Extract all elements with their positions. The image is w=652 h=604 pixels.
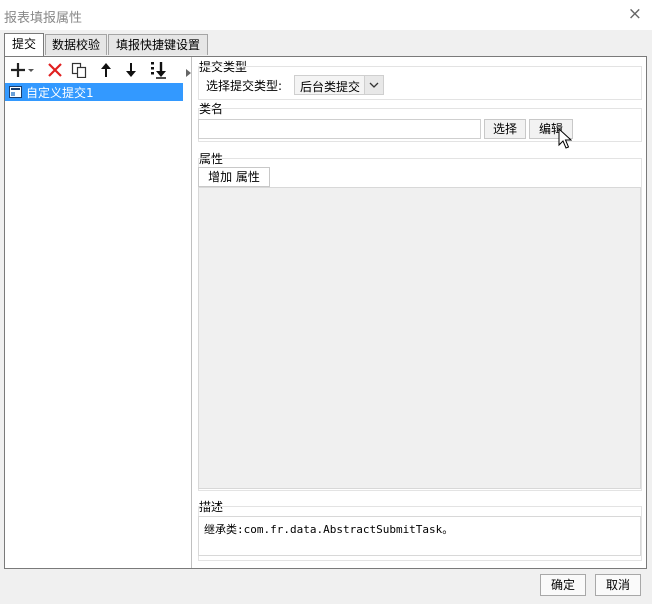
move-up-button[interactable] — [96, 60, 116, 80]
tab-shortcut-settings[interactable]: 填报快捷键设置 — [108, 34, 208, 55]
move-down-button[interactable] — [121, 60, 141, 80]
chevron-down-icon — [364, 76, 383, 94]
submit-panel: 自定义提交1 提交类型 选择提交类型: 后台类提交 类名 选择 编辑 属性 增加… — [4, 56, 647, 569]
add-property-button[interactable]: 增加 属性 — [198, 167, 270, 187]
tab-submit[interactable]: 提交 — [4, 33, 44, 56]
list-item-label: 自定义提交1 — [26, 86, 94, 100]
submit-settings-pane: 提交类型 选择提交类型: 后台类提交 类名 选择 编辑 属性 增加 属性 描述 … — [196, 57, 644, 568]
tab-data-validation-label: 数据校验 — [51, 38, 100, 52]
move-up-icon — [101, 63, 111, 77]
properties-table[interactable] — [198, 187, 641, 489]
copy-icon — [71, 62, 87, 78]
list-toolbar — [5, 57, 191, 83]
description-text: 继承类:com.fr.data.AbstractSubmitTask。 — [198, 516, 641, 556]
close-icon[interactable]: × — [628, 4, 642, 24]
move-bottom-button[interactable] — [149, 60, 169, 80]
submit-item-icon — [9, 86, 22, 101]
copy-button[interactable] — [69, 60, 89, 80]
submit-type-select[interactable]: 后台类提交 — [294, 75, 384, 95]
class-name-input[interactable] — [198, 119, 481, 139]
list-item[interactable]: 自定义提交1 — [5, 83, 183, 101]
cancel-button[interactable]: 取消 — [595, 574, 641, 596]
choose-button[interactable]: 选择 — [484, 119, 526, 139]
tab-shortcut-settings-label: 填报快捷键设置 — [115, 38, 200, 52]
add-button[interactable] — [10, 60, 36, 80]
submit-type-value: 后台类提交 — [300, 80, 361, 94]
move-bottom-icon — [151, 62, 166, 79]
window-title: 报表填报属性 — [4, 11, 83, 26]
submit-list-pane: 自定义提交1 — [5, 57, 192, 568]
tab-data-validation[interactable]: 数据校验 — [45, 34, 107, 55]
move-down-icon — [126, 63, 136, 77]
delete-icon — [48, 63, 62, 77]
title-bar: 报表填报属性 × — [0, 0, 652, 30]
add-icon — [11, 63, 34, 77]
tab-submit-label: 提交 — [11, 37, 36, 51]
mouse-cursor-icon — [558, 127, 573, 153]
ok-button[interactable]: 确定 — [540, 574, 586, 596]
toolbar-overflow-icon[interactable] — [186, 66, 191, 80]
submit-type-label: 选择提交类型: — [206, 79, 283, 93]
delete-button[interactable] — [45, 60, 65, 80]
